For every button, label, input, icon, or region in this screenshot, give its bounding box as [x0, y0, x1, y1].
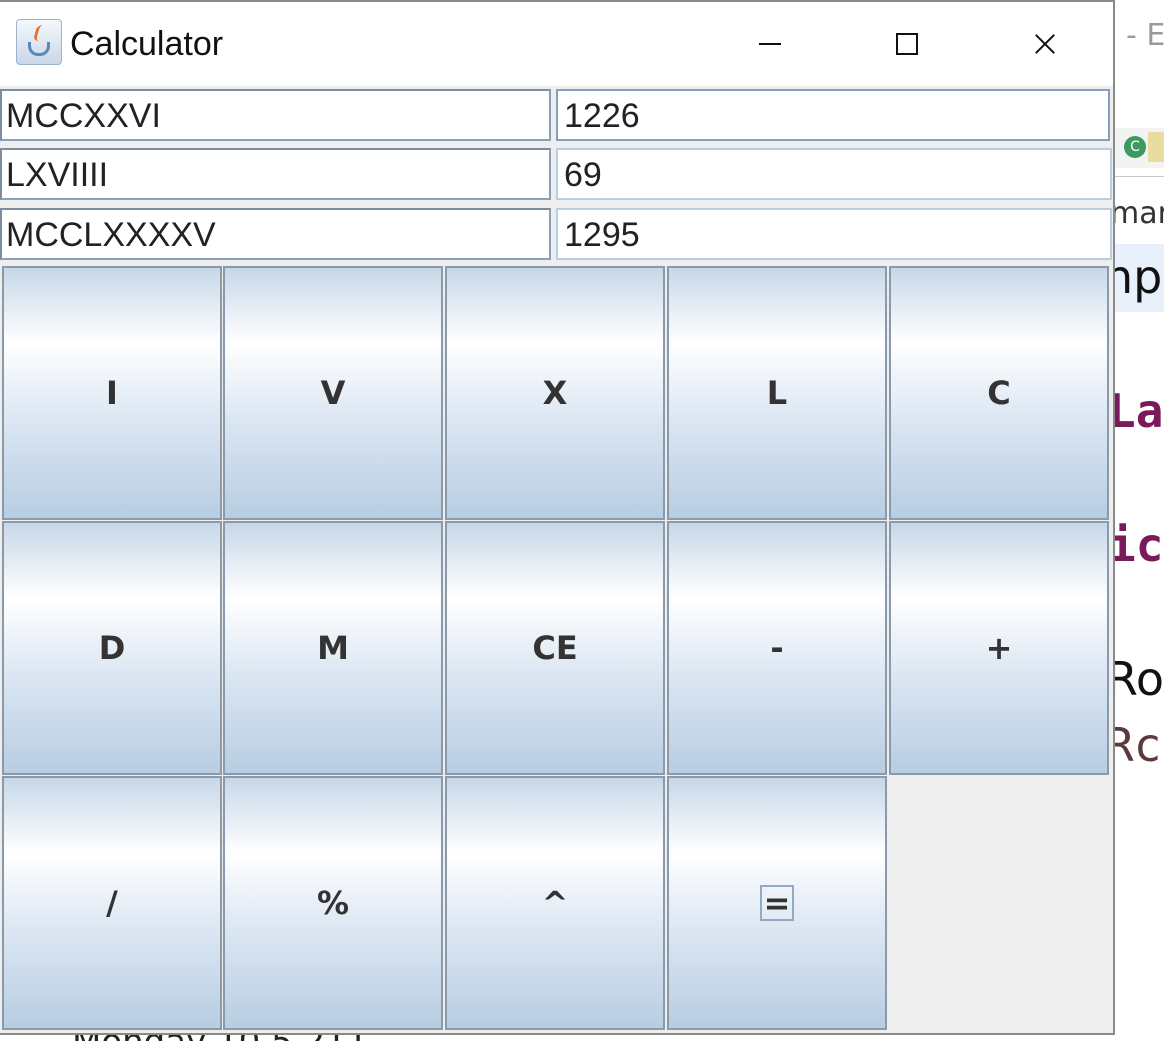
key-label: / — [106, 884, 118, 922]
background-text: Ror — [1110, 652, 1164, 706]
arabic-output-1[interactable]: 1226 — [556, 89, 1110, 141]
power-button[interactable]: ^ — [445, 776, 665, 1030]
background-title-fragment: - E — [1126, 18, 1164, 53]
background-text: np — [1110, 250, 1163, 304]
roman-input-2[interactable]: LXVIIII — [0, 148, 551, 200]
background-editor: - E C mar np La ic Ror Rc — [1110, 0, 1164, 1041]
key-label: V — [320, 374, 346, 412]
add-button[interactable]: + — [889, 521, 1109, 775]
subtract-button[interactable]: - — [667, 521, 887, 775]
maximize-button[interactable] — [876, 16, 936, 72]
minimize-button[interactable] — [740, 16, 800, 72]
key-m-button[interactable]: M — [223, 521, 443, 775]
key-label: = — [759, 885, 795, 921]
roman-input-1[interactable]: MCCXXVI — [0, 89, 551, 141]
modulo-button[interactable]: % — [223, 776, 443, 1030]
key-label: + — [985, 629, 1013, 667]
background-text: mar — [1110, 196, 1164, 231]
key-label: L — [766, 374, 788, 412]
background-separator — [1110, 176, 1164, 177]
key-label: CE — [532, 629, 578, 667]
key-v-button[interactable]: V — [223, 266, 443, 520]
title-bar[interactable]: Calculator — [0, 2, 1113, 86]
background-toolbar-icon-2 — [1148, 132, 1164, 162]
key-label: D — [98, 629, 126, 667]
calculator-window: Calculator MCCXXVI 1226 LXVIIII 69 MCCLX… — [0, 0, 1115, 1035]
close-button[interactable] — [1013, 16, 1073, 72]
cup-shape — [28, 42, 50, 56]
key-label: ^ — [541, 884, 569, 922]
key-d-button[interactable]: D — [2, 521, 222, 775]
steam-shape — [32, 25, 49, 41]
arabic-output-2[interactable]: 69 — [556, 148, 1112, 200]
key-label: X — [542, 374, 568, 412]
roman-result[interactable]: MCCLXXXXV — [0, 208, 551, 260]
key-l-button[interactable]: L — [667, 266, 887, 520]
divide-button[interactable]: / — [2, 776, 222, 1030]
background-code: La — [1110, 384, 1164, 438]
key-label: I — [106, 374, 118, 412]
key-label: C — [987, 374, 1011, 412]
key-i-button[interactable]: I — [2, 266, 222, 520]
key-label: M — [317, 629, 349, 667]
clear-entry-button[interactable]: CE — [445, 521, 665, 775]
arabic-result[interactable]: 1295 — [556, 208, 1112, 260]
java-cup-icon — [16, 19, 62, 65]
background-code: ic — [1110, 518, 1164, 572]
key-x-button[interactable]: X — [445, 266, 665, 520]
background-code: Rc — [1110, 718, 1162, 772]
background-toolbar-icon: C — [1124, 136, 1146, 158]
equals-button[interactable]: = — [667, 776, 887, 1030]
key-c-button[interactable]: C — [889, 266, 1109, 520]
key-label: - — [770, 629, 784, 667]
key-label: % — [316, 884, 350, 922]
window-title: Calculator — [70, 25, 224, 63]
